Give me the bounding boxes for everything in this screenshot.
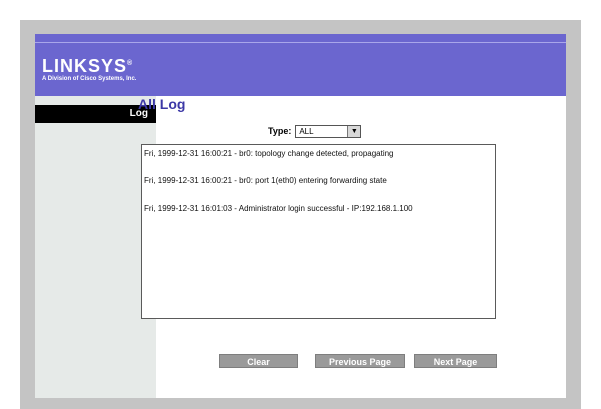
logo-text: LINKSYS	[42, 56, 128, 76]
log-entry: Fri, 1999-12-31 16:00:21 - br0: topology…	[144, 149, 394, 158]
header-banner: LINKSYS® A Division of Cisco Systems, In…	[35, 34, 566, 96]
chevron-down-icon[interactable]: ▼	[347, 125, 361, 137]
logo-subtitle: A Division of Cisco Systems, Inc.	[42, 76, 137, 82]
sidebar: Log	[35, 96, 156, 398]
log-list[interactable]: Fri, 1999-12-31 16:00:21 - br0: topology…	[141, 144, 496, 319]
type-select[interactable]: ALL ▼	[295, 124, 362, 138]
log-entry: Fri, 1999-12-31 16:00:21 - br0: port 1(e…	[144, 176, 387, 185]
clear-button[interactable]: Clear	[219, 354, 298, 368]
linksys-logo: LINKSYS®	[42, 55, 133, 75]
log-entry: Fri, 1999-12-31 16:01:03 - Administrator…	[144, 204, 413, 213]
page-title: All Log	[138, 96, 186, 112]
type-filter-row: Type: ALL ▼	[268, 123, 362, 139]
registered-mark: ®	[127, 60, 134, 67]
next-page-button[interactable]: Next Page	[414, 354, 497, 368]
type-label: Type:	[268, 126, 292, 136]
previous-page-button[interactable]: Previous Page	[315, 354, 405, 368]
type-select-value: ALL	[299, 126, 314, 136]
banner-divider	[35, 42, 566, 43]
